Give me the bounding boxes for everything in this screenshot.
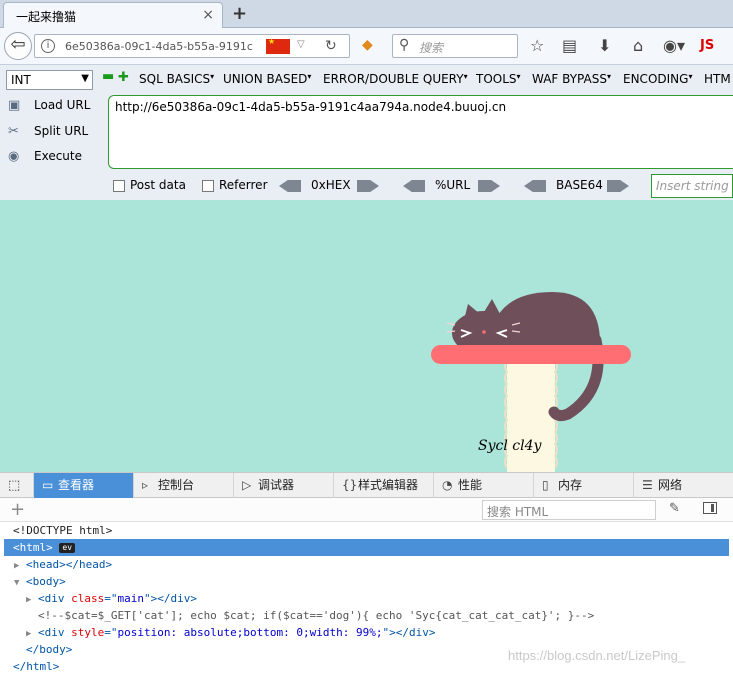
eyedropper-icon[interactable]: ✎: [669, 501, 680, 516]
event-badge[interactable]: ev: [59, 543, 76, 553]
new-tab-button[interactable]: +: [232, 3, 247, 24]
network-icon: ☰: [642, 478, 653, 492]
search-icon: ⚲: [399, 37, 410, 53]
tab-inspector[interactable]: ▭ 查看器: [33, 473, 133, 498]
head-node[interactable]: ▶ <head></head>: [0, 556, 733, 573]
load-url-button[interactable]: ▣ Load URL: [8, 98, 90, 113]
address-bar[interactable]: i 6e50386a-09c1-4da5-b55a-9191c ▽ ↻: [34, 34, 350, 58]
tab-close-icon[interactable]: ×: [202, 7, 214, 23]
add-node-icon[interactable]: +: [10, 499, 25, 520]
devtools-tab-bar: ⬚ ▭ 查看器 ▹ 控制台 ▷ 调试器 {} 样式编辑器 ◔ 性能 ▯ 内存 ☰ 网络: [0, 472, 733, 498]
url-encode-label: %URL: [435, 178, 471, 192]
history-dropdown-icon[interactable]: ▽: [297, 39, 305, 50]
watermark-text: https://blog.csdn.net/LizePing_: [508, 648, 686, 663]
checkbox-box[interactable]: [202, 179, 214, 192]
load-url-icon: ▣: [8, 98, 21, 113]
inspector-toolbar: + 搜索 HTML ✎: [0, 498, 733, 522]
insert-string-input[interactable]: Insert string t: [651, 174, 733, 198]
memory-icon: ▯: [542, 478, 549, 492]
download-icon[interactable]: ⬇: [598, 36, 611, 55]
globe-menu-icon[interactable]: ◉▾: [663, 36, 685, 55]
tab-title: 一起来撸猫: [16, 10, 77, 24]
page-viewport: Sycl cl4y: [0, 200, 733, 472]
url-encode-arrow-icon[interactable]: [478, 180, 500, 192]
addon-fox-icon[interactable]: ◆: [362, 37, 373, 53]
hackbar: INT ▼ ▬ ✚ SQL BASICS▾ UNION BASED▾ ERROR…: [0, 64, 733, 200]
browser-tab[interactable]: 一起来撸猫 ×: [3, 2, 223, 28]
back-button[interactable]: ⇦: [4, 32, 32, 60]
debugger-icon: ▷: [242, 478, 252, 492]
referrer-checkbox[interactable]: Referrer: [202, 178, 268, 192]
split-url-button[interactable]: ✂ Split URL: [8, 124, 88, 139]
scratching-post: [507, 360, 555, 472]
tab-debugger[interactable]: ▷ 调试器: [233, 473, 333, 498]
url-textarea[interactable]: http://6e50386a-09c1-4da5-b55a-9191c4aa7…: [108, 95, 733, 169]
console-icon: ▹: [142, 478, 149, 492]
reading-list-icon[interactable]: ▤: [562, 36, 577, 55]
menu-union-based[interactable]: UNION BASED▾: [223, 72, 311, 86]
china-flag-icon: [266, 37, 290, 54]
back-arrow-icon: ⇦: [10, 34, 26, 55]
search-placeholder: 搜索: [419, 41, 444, 55]
navigation-toolbar: ⇦ i 6e50386a-09c1-4da5-b55a-9191c ▽ ↻ ◆ …: [0, 28, 733, 64]
html-node-selected[interactable]: <html> ev: [4, 539, 729, 556]
url-decode-arrow-icon[interactable]: [403, 180, 425, 192]
menu-html[interactable]: HTM: [704, 72, 731, 86]
reload-icon[interactable]: ↻: [325, 38, 337, 54]
doctype-node[interactable]: <!DOCTYPE html>: [0, 522, 733, 539]
split-url-icon: ✂: [8, 124, 19, 139]
body-node[interactable]: ▼ <body>: [0, 573, 733, 590]
cat-illustration: [431, 292, 631, 472]
hex-decode-arrow-icon[interactable]: [279, 180, 301, 192]
decrease-icon[interactable]: ▬: [102, 70, 114, 83]
expand-triangle-icon[interactable]: ▶: [14, 561, 19, 571]
menu-tools[interactable]: TOOLS▾: [476, 72, 521, 86]
tab-strip: 一起来撸猫 × +: [0, 0, 733, 28]
tab-console[interactable]: ▹ 控制台: [133, 473, 233, 498]
type-select[interactable]: INT ▼: [6, 70, 93, 90]
post-data-checkbox[interactable]: Post data: [113, 178, 186, 192]
inspector-icon: ▭: [42, 478, 54, 492]
collapse-triangle-icon[interactable]: ▼: [14, 578, 19, 588]
expand-triangle-icon[interactable]: ▶: [26, 595, 31, 605]
div-main-node[interactable]: ▶ <div class="main"></div>: [0, 590, 733, 607]
tab-performance[interactable]: ◔ 性能: [433, 473, 533, 498]
menu-sql-basics[interactable]: SQL BASICS▾: [139, 72, 214, 86]
js-toggle-icon[interactable]: JS: [700, 38, 714, 53]
tab-style-editor[interactable]: {} 样式编辑器: [333, 473, 433, 498]
chevron-down-icon: ▼: [81, 73, 89, 84]
shelf: [431, 345, 631, 364]
html-search-input[interactable]: 搜索 HTML: [482, 500, 656, 520]
menu-error-double-query[interactable]: ERROR/DOUBLE QUERY▾: [323, 72, 468, 86]
expand-triangle-icon[interactable]: ▶: [26, 629, 31, 639]
site-info-icon[interactable]: i: [41, 39, 55, 53]
hex-label: 0xHEX: [311, 178, 351, 192]
element-picker-icon[interactable]: ⬚: [8, 478, 20, 493]
increase-icon[interactable]: ✚: [118, 70, 129, 85]
tab-memory[interactable]: ▯ 内存: [533, 473, 633, 498]
bookmark-star-icon[interactable]: ☆: [530, 36, 544, 55]
base64-label: BASE64: [556, 178, 603, 192]
base64-decode-arrow-icon[interactable]: [524, 180, 546, 192]
menu-encoding[interactable]: ENCODING▾: [623, 72, 692, 86]
tab-network[interactable]: ☰ 网络: [633, 473, 733, 498]
menu-waf-bypass[interactable]: WAF BYPASS▾: [532, 72, 611, 86]
comment-node[interactable]: <!--$cat=$_GET['cat']; echo $cat; if($ca…: [0, 607, 733, 624]
style-editor-icon: {}: [342, 478, 358, 492]
toggle-sidebar-icon[interactable]: [703, 502, 717, 514]
base64-encode-arrow-icon[interactable]: [607, 180, 629, 192]
search-box[interactable]: ⚲ 搜索: [392, 34, 518, 58]
hex-encode-arrow-icon[interactable]: [357, 180, 379, 192]
checkbox-box[interactable]: [113, 179, 125, 192]
type-select-value: INT: [11, 73, 31, 87]
signature-text: Sycl cl4y: [478, 438, 542, 454]
execute-button[interactable]: ◉ Execute: [8, 149, 82, 164]
div-style-node[interactable]: ▶ <div style="position: absolute;bottom:…: [0, 624, 733, 641]
address-text[interactable]: 6e50386a-09c1-4da5-b55a-9191c: [65, 40, 261, 53]
home-icon[interactable]: ⌂: [633, 36, 643, 55]
execute-icon: ◉: [8, 149, 20, 164]
performance-icon: ◔: [442, 478, 453, 492]
